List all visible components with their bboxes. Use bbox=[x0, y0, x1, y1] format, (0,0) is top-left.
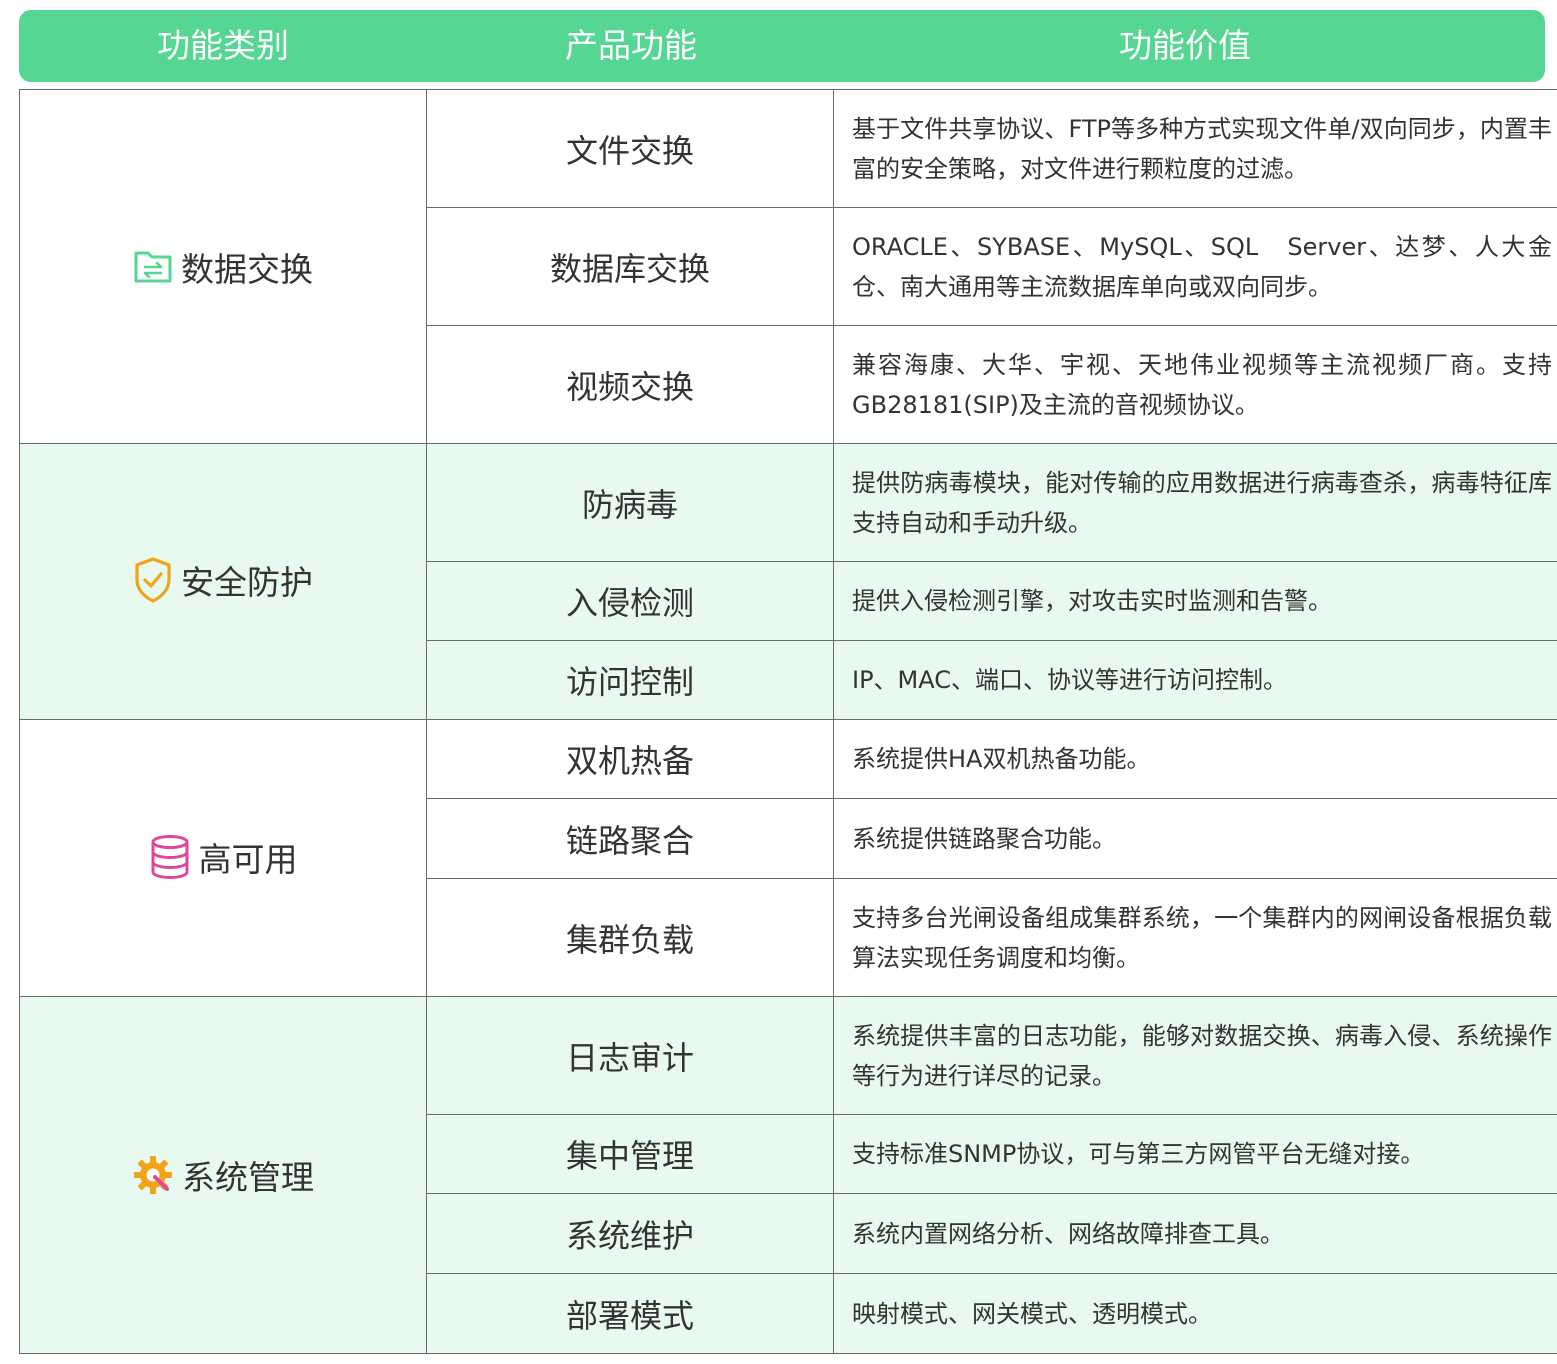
value-cell: 支持标准SNMP协议，可与第三方网管平台无缝对接。 bbox=[833, 1114, 1557, 1194]
value-cell: 提供防病毒模块，能对传输的应用数据进行病毒查杀，病毒特征库支持自动和手动升级。 bbox=[833, 443, 1557, 562]
feature-cell: 双机热备 bbox=[426, 719, 834, 799]
feature-cell: 数据库交换 bbox=[426, 207, 834, 326]
feature-cell: 系统维护 bbox=[426, 1193, 834, 1274]
folder-exchange-icon bbox=[134, 251, 172, 282]
category-label: 高可用 bbox=[198, 839, 298, 879]
header-category: 功能类别 bbox=[157, 26, 289, 65]
value-cell: ORACLE、SYBASE、MySQL、SQL Server、达梦、人大金仓、南… bbox=[833, 207, 1557, 326]
feature-cell: 集群负载 bbox=[426, 878, 834, 997]
feature-cell: 集中管理 bbox=[426, 1114, 834, 1194]
feature-cell: 文件交换 bbox=[426, 89, 834, 208]
table-row: 系统管理 日志审计 系统提供丰富的日志功能，能够对数据交换、病毒入侵、系统操作等… bbox=[19, 996, 1557, 1354]
feature-cell: 日志审计 bbox=[426, 996, 834, 1115]
feature-cell: 视频交换 bbox=[426, 325, 834, 444]
category-label: 数据交换 bbox=[181, 249, 313, 289]
value-cell: 映射模式、网关模式、透明模式。 bbox=[833, 1273, 1557, 1354]
table-header: 功能类别 产品功能 功能价值 bbox=[19, 10, 1545, 82]
database-icon bbox=[151, 834, 188, 879]
value-cell: 系统提供链路聚合功能。 bbox=[833, 798, 1557, 879]
category-system-management: 系统管理 bbox=[19, 996, 427, 1354]
value-cell: 系统内置网络分析、网络故障排查工具。 bbox=[833, 1193, 1557, 1274]
table-row: 安全防护 防病毒 提供防病毒模块，能对传输的应用数据进行病毒查杀，病毒特征库支持… bbox=[19, 443, 1557, 720]
category-data-exchange: 数据交换 bbox=[19, 89, 427, 444]
header-value: 功能价值 bbox=[1119, 26, 1251, 65]
category-label: 安全防护 bbox=[181, 562, 313, 602]
category-security: 安全防护 bbox=[19, 443, 427, 720]
value-cell: 系统提供丰富的日志功能，能够对数据交换、病毒入侵、系统操作等行为进行详尽的记录。 bbox=[833, 996, 1557, 1115]
table-row: 数据交换 文件交换 基于文件共享协议、FTP等多种方式实现文件单/双向同步，内置… bbox=[19, 89, 1557, 444]
value-cell: 基于文件共享协议、FTP等多种方式实现文件单/双向同步，内置丰富的安全策略，对文… bbox=[833, 89, 1557, 208]
gear-wrench-icon bbox=[134, 1155, 172, 1194]
category-label: 系统管理 bbox=[182, 1157, 314, 1197]
feature-cell: 访问控制 bbox=[426, 640, 834, 720]
header-feature: 产品功能 bbox=[565, 26, 697, 65]
value-cell: IP、MAC、端口、协议等进行访问控制。 bbox=[833, 640, 1557, 720]
feature-cell: 入侵检测 bbox=[426, 561, 834, 641]
shield-check-icon bbox=[135, 556, 171, 603]
value-cell: 兼容海康、大华、宇视、天地伟业视频等主流视频厂商。支持GB28181(SIP)及… bbox=[833, 325, 1557, 444]
table-row: 高可用 双机热备 系统提供HA双机热备功能。 bbox=[19, 719, 1557, 997]
feature-cell: 链路聚合 bbox=[426, 798, 834, 879]
feature-table: 数据交换 文件交换 基于文件共享协议、FTP等多种方式实现文件单/双向同步，内置… bbox=[19, 89, 1557, 1354]
category-high-availability: 高可用 bbox=[19, 719, 427, 997]
value-cell: 支持多台光闸设备组成集群系统，一个集群内的网闸设备根据负载算法实现任务调度和均衡… bbox=[833, 878, 1557, 997]
value-cell: 提供入侵检测引擎，对攻击实时监测和告警。 bbox=[833, 561, 1557, 641]
value-cell: 系统提供HA双机热备功能。 bbox=[833, 719, 1557, 799]
feature-cell: 部署模式 bbox=[426, 1273, 834, 1354]
feature-cell: 防病毒 bbox=[426, 443, 834, 562]
